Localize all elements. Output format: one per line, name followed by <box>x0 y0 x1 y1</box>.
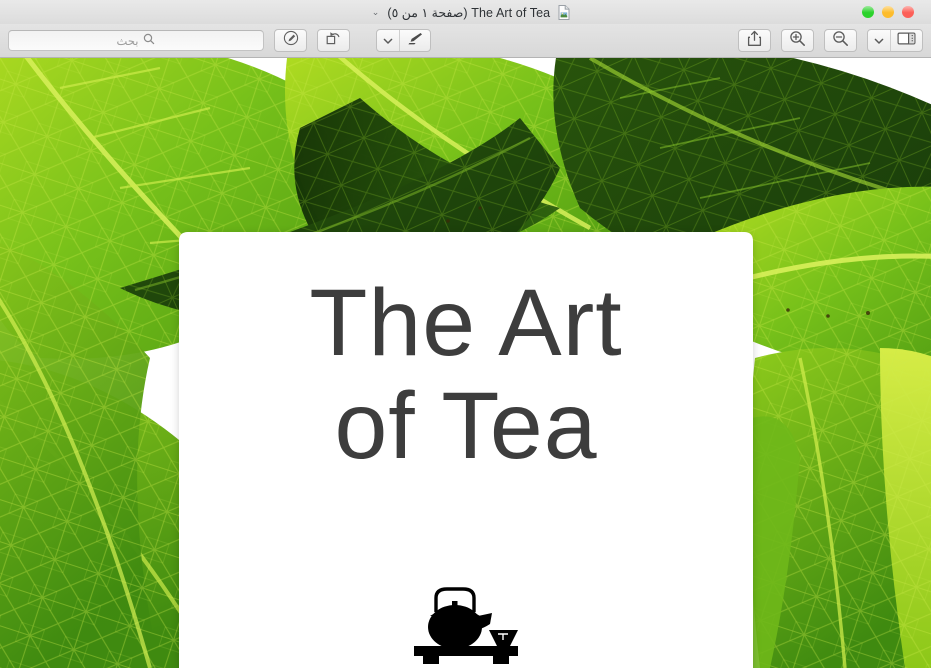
magnifier-minus-icon <box>832 30 849 52</box>
highlighter-pen-icon <box>406 30 424 51</box>
rotate-left-icon <box>325 30 342 51</box>
document-page[interactable]: The Art of Tea <box>179 232 753 668</box>
highlighter-button[interactable] <box>399 30 430 51</box>
share-button[interactable] <box>738 29 771 52</box>
view-split-button[interactable] <box>867 29 923 52</box>
search-input[interactable]: بحث <box>8 30 264 51</box>
toolbar: بحث <box>0 24 931 58</box>
minimize-button[interactable] <box>882 6 894 18</box>
view-menu-button[interactable] <box>868 30 890 51</box>
highlighter-menu-button[interactable] <box>377 30 399 51</box>
zoom-in-button[interactable] <box>781 29 814 52</box>
teapot-and-cup-on-tray-icon <box>406 572 526 668</box>
zoom-out-button[interactable] <box>824 29 857 52</box>
title-group: The Art of Tea (صفحة ١ من ٥) ⌄ <box>372 4 571 21</box>
window-title: The Art of Tea (صفحة ١ من ٥) <box>387 5 551 20</box>
maximize-button[interactable] <box>902 6 914 18</box>
magnifier-plus-icon <box>789 30 806 52</box>
page-title: The Art of Tea <box>309 270 623 479</box>
highlighter-split-button[interactable] <box>376 29 431 52</box>
sidebar-view-icon <box>897 31 916 51</box>
window-titlebar: The Art of Tea (صفحة ١ من ٥) ⌄ <box>0 0 931 24</box>
chevron-down-icon[interactable]: ⌄ <box>372 7 380 18</box>
window-controls <box>845 0 931 24</box>
chevron-down-icon <box>383 32 393 50</box>
search-icon <box>143 32 155 50</box>
markup-button[interactable] <box>274 29 307 52</box>
document-preview-icon <box>556 4 571 21</box>
markup-pen-circle-icon <box>283 30 299 51</box>
close-button[interactable] <box>862 6 874 18</box>
search-placeholder: بحث <box>116 35 139 48</box>
preview-window: The Art of Tea (صفحة ١ من ٥) ⌄ بحث The A… <box>0 0 931 668</box>
rotate-button[interactable] <box>317 29 350 52</box>
chevron-down-icon <box>874 32 884 50</box>
sidebar-button[interactable] <box>890 30 922 51</box>
document-view[interactable]: The Art of Tea <box>0 58 931 668</box>
share-icon <box>747 30 762 52</box>
